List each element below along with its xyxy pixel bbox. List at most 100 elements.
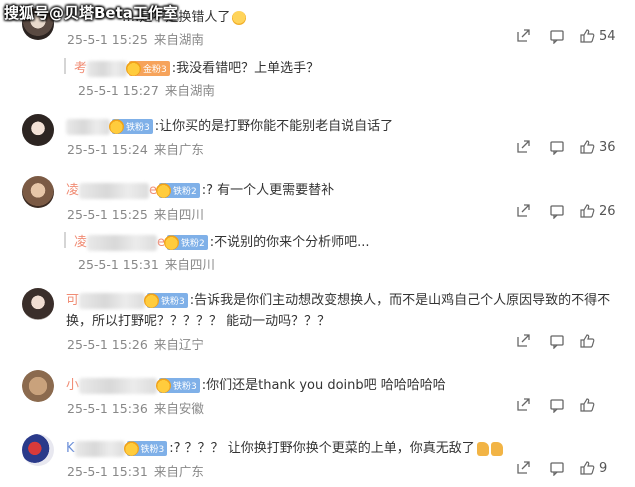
comment-actions: 36 xyxy=(515,139,635,159)
avatar[interactable] xyxy=(22,288,54,320)
comment-item: 铁粉3:让你买的是打野你能不能别老自说自话了 25-5-1 15:24 来自广东 … xyxy=(0,106,635,162)
comment-meta: 25-5-1 15:25 来自四川 xyxy=(67,204,210,223)
comment-date: 25-5-1 15:36 xyxy=(67,401,148,416)
comment-actions: 54 xyxy=(515,28,635,48)
share-button[interactable] xyxy=(515,333,531,349)
reply-button[interactable] xyxy=(549,333,565,349)
share-button[interactable] xyxy=(515,397,531,413)
avatar[interactable] xyxy=(22,176,54,208)
reply-button[interactable] xyxy=(549,203,565,219)
thumbs-up-icon xyxy=(580,334,595,348)
fan-badge: 铁粉3 xyxy=(109,119,153,134)
like-button[interactable]: 26 xyxy=(579,203,616,219)
reply-button[interactable] xyxy=(549,139,565,155)
like-count: 9 xyxy=(599,460,608,476)
comment-meta: 25-5-1 15:25 来自湖南 xyxy=(67,29,210,48)
reply-location: 来自湖南 xyxy=(164,83,215,98)
share-icon xyxy=(517,398,530,411)
crown-icon xyxy=(126,61,142,76)
avatar[interactable] xyxy=(22,114,54,146)
crown-icon xyxy=(164,235,180,250)
like-button[interactable] xyxy=(579,397,599,413)
comment-text: 凌 e 铁粉2:? 有一个人更需要替补 xyxy=(66,182,335,199)
reply-button[interactable] xyxy=(549,460,565,476)
crown-icon xyxy=(156,378,172,393)
crown-icon xyxy=(156,183,172,198)
reply-meta: 25-5-1 15:27 来自湖南 xyxy=(78,80,221,99)
thumbs-up-icon xyxy=(580,140,595,154)
like-button[interactable]: 9 xyxy=(579,460,607,476)
comment-location: 来自四川 xyxy=(153,207,204,222)
fan-badge: 铁粉2 xyxy=(164,235,208,250)
comment-author-name[interactable]: 凌 xyxy=(66,183,79,198)
comment-author-name[interactable]: 小 xyxy=(66,378,79,393)
comment-meta: 25-5-1 15:31 来自广东 xyxy=(67,461,210,480)
blurred-name xyxy=(66,118,110,135)
reply-body: :不说别的你来个分析师吧... xyxy=(209,235,370,250)
comment-location: 来自广东 xyxy=(153,464,204,479)
share-button[interactable] xyxy=(515,203,531,219)
like-button[interactable]: 54 xyxy=(579,28,616,44)
avatar[interactable] xyxy=(22,434,54,466)
comment-date: 25-5-1 15:24 xyxy=(67,142,148,157)
share-button[interactable] xyxy=(515,139,531,155)
blurred-name xyxy=(79,377,158,394)
reply-author-name[interactable]: 凌 xyxy=(74,235,87,250)
comment-text: 小 铁粉3:你们还是thank you doinb吧 哈哈哈哈哈 xyxy=(66,374,446,394)
comment-date: 25-5-1 15:26 xyxy=(67,337,148,352)
share-button[interactable] xyxy=(515,460,531,476)
comment-item: K 铁粉3:? ？？？ 让你换打野你换个更菜的上单，你真无敌了 25-5-1 15… xyxy=(0,428,635,484)
fan-badge: 铁粉3 xyxy=(123,441,168,456)
thumbs-up-emoji-icon xyxy=(476,441,489,456)
reply-divider xyxy=(64,58,66,74)
comment-text: K 铁粉3:? ？？？ 让你换打野你换个更菜的上单，你真无敌了 xyxy=(66,437,503,457)
comment-location: 来自辽宁 xyxy=(153,337,204,352)
reply-divider xyxy=(64,232,66,248)
blurred-name xyxy=(79,292,146,309)
like-button[interactable]: 36 xyxy=(579,139,616,155)
share-icon xyxy=(517,204,530,217)
thumbs-up-emoji-icon xyxy=(490,441,503,456)
reply-text: 凌 e 铁粉2:不说别的你来个分析师吧... xyxy=(74,234,370,251)
comment-icon xyxy=(550,205,564,219)
comment-body: :你们还是thank you doinb吧 哈哈哈哈哈 xyxy=(201,378,446,393)
comment-author-name[interactable]: K xyxy=(66,441,75,456)
comment-actions xyxy=(515,333,635,353)
share-icon xyxy=(517,140,530,153)
fan-badge: 铁粉2 xyxy=(156,183,200,198)
thumbs-up-icon xyxy=(580,204,595,218)
comment-icon xyxy=(550,399,564,413)
reply-button[interactable] xyxy=(549,397,565,413)
comment-location: 来自广东 xyxy=(153,142,204,157)
like-count: 54 xyxy=(599,28,616,44)
comment-location: 来自湖南 xyxy=(153,32,204,47)
blurred-name xyxy=(87,60,128,77)
comment-text: 可 铁粉3:告诉我是你们主动想改变想换人，而不是山鸡自己个人原因导致的不得不 xyxy=(66,289,610,309)
comment-location: 来自安徽 xyxy=(153,401,204,416)
comment-icon xyxy=(550,141,564,155)
comment-body-line1: :告诉我是你们主动想改变想换人，而不是山鸡自己个人原因导致的不得不 xyxy=(189,293,611,308)
comment-body: :让你买的是打野你能不能别老自说自话了 xyxy=(154,119,394,134)
comment-actions xyxy=(515,397,635,417)
comment-item: 可 铁粉3:告诉我是你们主动想改变想换人，而不是山鸡自己个人原因导致的不得不 换，… xyxy=(0,280,635,352)
reply-item: 凌 e 铁粉2:不说别的你来个分析师吧... 25-5-1 15:31 来自四川 xyxy=(0,226,635,272)
blurred-name xyxy=(79,182,150,199)
comment-icon xyxy=(550,335,564,349)
thumbs-up-icon xyxy=(580,29,595,43)
reply-author-name[interactable]: 考 xyxy=(74,61,87,76)
reply-button[interactable] xyxy=(549,28,565,44)
crown-icon xyxy=(144,293,160,308)
avatar[interactable] xyxy=(22,370,54,402)
reply-location: 来自四川 xyxy=(164,257,215,272)
comment-actions: 9 xyxy=(515,460,635,480)
comment-author-name[interactable]: 可 xyxy=(66,293,79,308)
comment-date: 25-5-1 15:31 xyxy=(67,464,148,479)
share-button[interactable] xyxy=(515,28,531,44)
comment-meta: 25-5-1 15:26 来自辽宁 xyxy=(67,334,210,353)
comment-body-line2: 换，所以打野呢？？？？？ 能动一动吗？？？ xyxy=(66,314,331,329)
like-button[interactable] xyxy=(579,333,599,349)
comment-meta: 25-5-1 15:24 来自广东 xyxy=(67,139,210,158)
comment-actions: 26 xyxy=(515,203,635,223)
share-icon xyxy=(517,29,530,42)
comment-text-continued: 换，所以打野呢？？？？？ 能动一动吗？？？ xyxy=(66,310,330,329)
